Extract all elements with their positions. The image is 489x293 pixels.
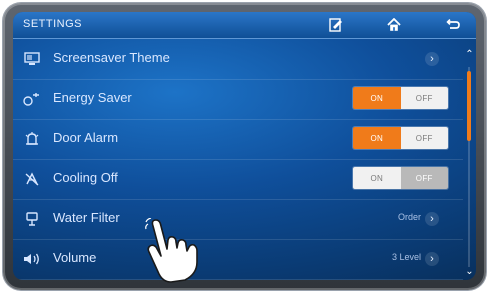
toggle-off-option[interactable]: OFF [400,87,448,109]
title-bar: SETTINGS [13,12,476,39]
cooling-off-icon [22,169,42,189]
toggle-on-option[interactable]: ON [353,87,401,109]
toggle-off-option[interactable]: OFF [400,127,448,149]
door-alarm-icon [22,129,42,149]
chevron-right-icon[interactable]: › [425,52,439,66]
setting-row-water-filter[interactable]: Water Filter Order › [13,199,463,240]
scroll-up-icon[interactable]: ⌃ [463,49,476,61]
page-title: SETTINGS [23,18,83,30]
setting-row-energy-saver: Energy Saver ON OFF [13,79,463,120]
chevron-right-icon[interactable]: › [425,212,439,226]
setting-label: Cooling Off [53,170,118,185]
settings-screen: SETTINGS Screensaver Theme › Energy Save… [13,12,476,280]
setting-row-cooling-off: Cooling Off ON OFF [13,159,463,200]
water-filter-icon [22,209,42,229]
volume-icon [22,249,42,269]
toggle-off-option[interactable]: OFF [400,167,448,189]
scroll-thumb[interactable] [467,71,471,141]
setting-label: Energy Saver [53,90,132,105]
energy-icon [22,89,42,109]
screen-icon [22,49,42,69]
setting-row-door-alarm: Door Alarm ON OFF [13,119,463,160]
volume-status: 3 Level [391,252,421,262]
setting-row-volume[interactable]: Volume 3 Level › [13,239,463,280]
water-filter-status: Order [397,212,421,222]
settings-list: Screensaver Theme › Energy Saver ON OFF [13,39,463,280]
home-icon[interactable] [385,17,403,33]
setting-row-screensaver-theme[interactable]: Screensaver Theme › [13,39,463,80]
setting-label: Door Alarm [53,130,119,145]
energy-saver-toggle[interactable]: ON OFF [353,87,448,109]
setting-label: Volume [53,250,97,265]
setting-label: Water Filter [53,210,120,225]
scrollbar[interactable]: ⌃ ⌄ [463,39,476,280]
setting-label: Screensaver Theme [53,50,170,65]
scroll-down-icon[interactable]: ⌄ [463,266,476,278]
edit-icon[interactable] [327,17,345,33]
back-icon[interactable] [444,17,462,33]
door-alarm-toggle[interactable]: ON OFF [353,127,448,149]
toggle-on-option[interactable]: ON [353,167,401,189]
toggle-on-option[interactable]: ON [353,127,401,149]
chevron-right-icon[interactable]: › [425,252,439,266]
cooling-off-toggle[interactable]: ON OFF [353,167,448,189]
